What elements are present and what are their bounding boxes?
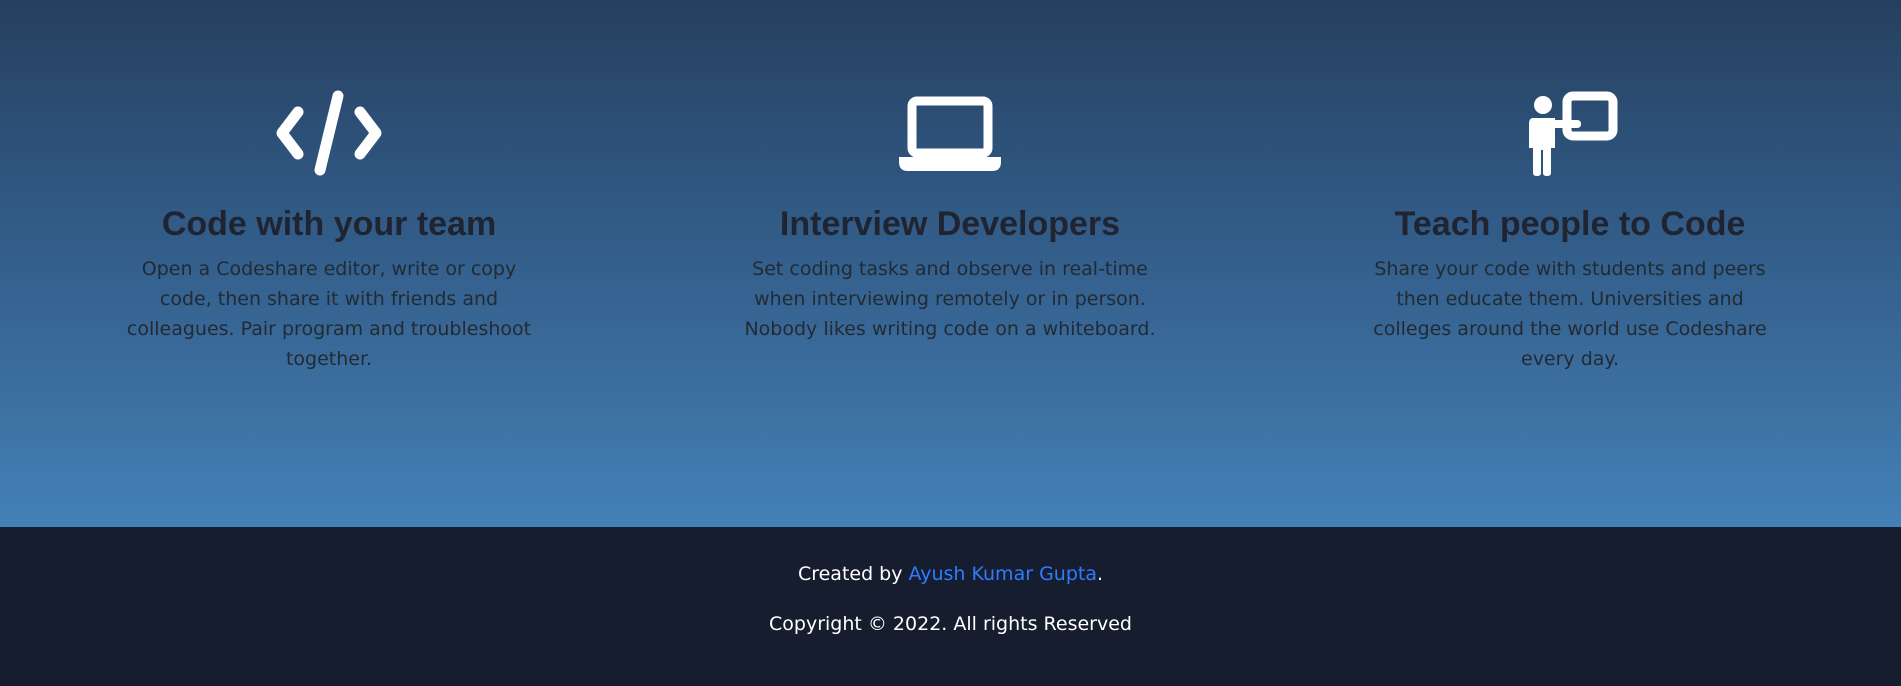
- feature-title: Code with your team: [161, 205, 497, 243]
- footer: Created by Ayush Kumar Gupta. Copyright …: [0, 527, 1901, 686]
- footer-copyright: Copyright © 2022. All rights Reserved: [769, 613, 1132, 635]
- feature-interview-developers: Interview Developers Set coding tasks an…: [710, 88, 1190, 344]
- credit-suffix: .: [1096, 563, 1104, 585]
- feature-code-with-team: Code with your team Open a Codeshare edi…: [89, 88, 569, 374]
- feature-description: Set coding tasks and observe in real-tim…: [744, 258, 1156, 340]
- feature-description: Share your code with students and peers …: [1373, 258, 1767, 370]
- code-icon: [89, 88, 569, 178]
- laptop-icon: [710, 88, 1190, 178]
- feature-teach-people: Teach people to Code Share your code wit…: [1330, 88, 1810, 374]
- feature-description: Open a Codeshare editor, write or copy c…: [126, 258, 532, 370]
- feature-title: Interview Developers: [779, 205, 1121, 243]
- author-link[interactable]: Ayush Kumar Gupta: [909, 563, 1097, 585]
- footer-credit: Created by Ayush Kumar Gupta.: [0, 559, 1901, 589]
- feature-title: Teach people to Code: [1394, 205, 1746, 243]
- teacher-icon: [1330, 88, 1810, 178]
- features-section: Code with your team Open a Codeshare edi…: [0, 0, 1901, 527]
- credit-prefix: Created by: [797, 563, 909, 585]
